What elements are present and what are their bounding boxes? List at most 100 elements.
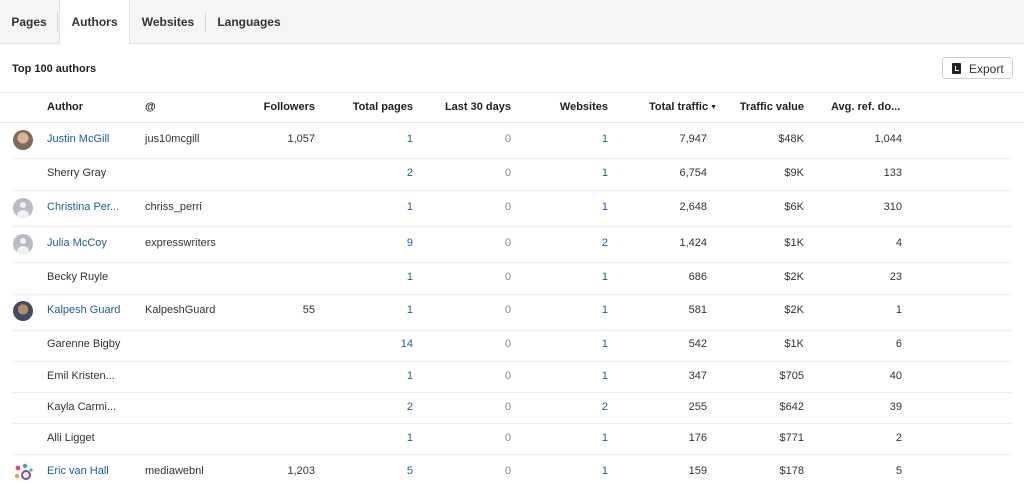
table-row: Kayla Carmi... 2 0 2 255 $642 39 (0, 401, 1024, 417)
last-30-days-cell: 0 (504, 237, 511, 249)
row-divider (12, 294, 1012, 295)
handle-cell: expresswriters (145, 237, 216, 249)
export-label: Export (969, 62, 1004, 76)
websites-cell[interactable]: 1 (528, 271, 608, 283)
websites-cell[interactable]: 1 (528, 465, 608, 477)
total-pages-cell[interactable]: 2 (323, 401, 413, 413)
last-30-days-cell: 0 (504, 401, 511, 413)
ref-domains-cell: 310 (883, 201, 902, 213)
tab-authors[interactable]: Authors (59, 0, 130, 45)
last-30-days-cell: 0 (504, 133, 511, 145)
websites-cell[interactable]: 1 (528, 133, 608, 145)
tab-pages[interactable]: Pages (0, 0, 58, 44)
table-row: Julia McCoy expresswriters 9 0 2 1,424 $1K 4 (0, 234, 1024, 254)
total-traffic-cell: 542 (688, 338, 707, 350)
row-divider (12, 361, 1012, 362)
last-30-days-cell: 0 (504, 465, 511, 477)
traffic-value-cell: $48K (778, 133, 804, 145)
column-header-followers[interactable]: Followers (235, 101, 315, 113)
websites-cell[interactable]: 1 (528, 338, 608, 350)
sort-desc-icon: ▼ (710, 104, 717, 111)
total-pages-cell[interactable]: 1 (323, 201, 413, 213)
author-name[interactable]: Justin McGill (47, 133, 109, 145)
table-row: Becky Ruyle 1 0 1 686 $2K 23 (0, 271, 1024, 287)
websites-cell[interactable]: 1 (528, 304, 608, 316)
column-header-avg-ref-domains[interactable]: Avg. ref. do... (831, 101, 900, 113)
row-divider (12, 190, 1012, 191)
websites-cell[interactable]: 2 (528, 401, 608, 413)
total-pages-cell[interactable]: 1 (323, 271, 413, 283)
column-header-total-pages[interactable]: Total pages (323, 101, 413, 113)
followers-cell: 1,203 (287, 465, 315, 477)
column-header-handle[interactable]: @ (145, 101, 156, 113)
last-30-days-cell: 0 (504, 370, 511, 382)
ref-domains-cell: 5 (895, 465, 902, 477)
column-header-traffic-value[interactable]: Traffic value (724, 101, 804, 113)
row-divider (12, 392, 1012, 393)
author-name[interactable]: Eric van Hall (47, 465, 109, 477)
column-header-last-30-days[interactable]: Last 30 days (421, 101, 511, 113)
author-name: Garenne Bigby (47, 338, 121, 350)
total-pages-cell[interactable]: 1 (323, 370, 413, 382)
row-divider (12, 158, 1012, 159)
avatar (13, 301, 33, 321)
traffic-value-cell: $1K (784, 237, 804, 249)
export-button[interactable]: Export (942, 57, 1013, 79)
total-pages-cell[interactable]: 2 (323, 167, 413, 179)
table-row: Eric van Hall mediawebnl 1,203 5 0 1 159 $178 5 (0, 463, 1024, 481)
author-name[interactable]: Kalpesh Guard (47, 304, 120, 316)
last-30-days-cell: 0 (504, 167, 511, 179)
traffic-value-cell: $705 (779, 370, 804, 382)
table-top-border (0, 92, 1024, 93)
author-name[interactable]: Julia McCoy (47, 237, 107, 249)
tab-languages[interactable]: Languages (206, 0, 292, 44)
total-traffic-cell: 159 (688, 465, 707, 477)
last-30-days-cell: 0 (504, 271, 511, 283)
ref-domains-cell: 1,044 (874, 133, 902, 145)
column-header-websites[interactable]: Websites (528, 101, 608, 113)
total-pages-cell[interactable]: 14 (323, 338, 413, 350)
row-divider (12, 226, 1012, 227)
column-header-author[interactable]: Author (47, 101, 83, 113)
tab-bar: Pages Authors Websites Languages (0, 0, 1024, 45)
row-divider (12, 454, 1012, 455)
total-traffic-cell: 255 (688, 401, 707, 413)
last-30-days-cell: 0 (504, 338, 511, 350)
websites-cell[interactable]: 1 (528, 201, 608, 213)
ref-domains-cell: 39 (889, 401, 902, 413)
total-traffic-cell: 1,424 (679, 237, 707, 249)
export-icon (952, 63, 961, 74)
tab-websites[interactable]: Websites (130, 0, 206, 44)
websites-cell[interactable]: 1 (528, 432, 608, 444)
author-name[interactable]: Christina Per... (47, 201, 119, 213)
total-pages-cell[interactable]: 5 (323, 465, 413, 477)
row-divider (12, 330, 1012, 331)
author-name: Emil Kristen... (47, 370, 115, 382)
total-pages-cell[interactable]: 1 (323, 304, 413, 316)
table-row: Emil Kristen... 1 0 1 347 $705 40 (0, 370, 1024, 386)
websites-cell[interactable]: 1 (528, 370, 608, 382)
handle-cell: chriss_perri (145, 201, 202, 213)
total-traffic-cell: 7,947 (679, 133, 707, 145)
total-traffic-cell: 176 (688, 432, 707, 444)
total-traffic-cell: 6,754 (679, 167, 707, 179)
ref-domains-cell: 133 (883, 167, 902, 179)
last-30-days-cell: 0 (504, 432, 511, 444)
traffic-value-cell: $771 (779, 432, 804, 444)
table-row: Alli Ligget 1 0 1 176 $771 2 (0, 432, 1024, 448)
column-header-total-traffic[interactable]: Total traffic ▼ (620, 101, 717, 113)
websites-cell[interactable]: 1 (528, 167, 608, 179)
followers-cell: 1,057 (287, 133, 315, 145)
traffic-value-cell: $2K (784, 304, 804, 316)
total-pages-cell[interactable]: 1 (323, 133, 413, 145)
table-row: Christina Per... chriss_perri 1 0 1 2,648 $6K 3… (0, 198, 1024, 218)
websites-cell[interactable]: 2 (528, 237, 608, 249)
avatar-placeholder-icon (13, 234, 33, 254)
followers-cell: 55 (302, 304, 315, 316)
total-traffic-cell: 686 (688, 271, 707, 283)
traffic-value-cell: $9K (784, 167, 804, 179)
column-header-total-traffic-label: Total traffic (648, 101, 709, 113)
total-pages-cell[interactable]: 1 (323, 432, 413, 444)
avatar-placeholder-icon (13, 198, 33, 218)
total-pages-cell[interactable]: 9 (323, 237, 413, 249)
